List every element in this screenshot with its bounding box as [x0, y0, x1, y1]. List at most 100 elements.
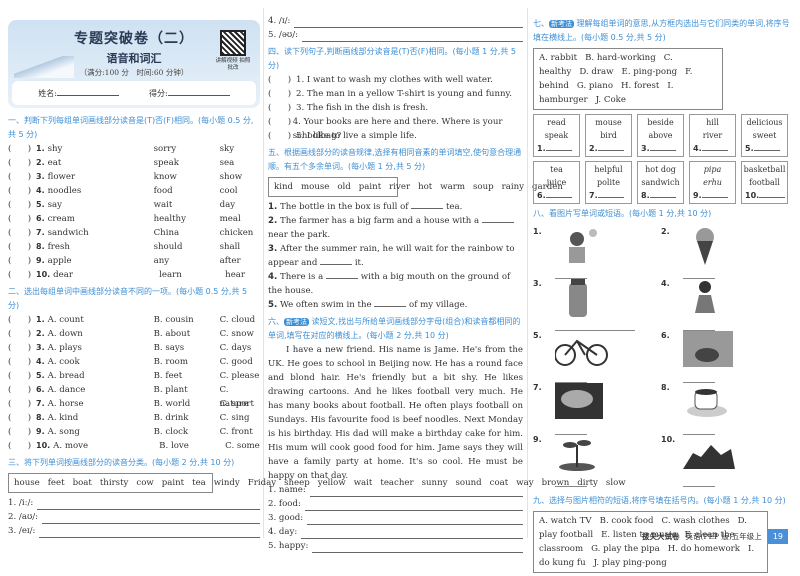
answer-input[interactable] — [545, 145, 572, 151]
answer-bracket[interactable]: ( ) — [8, 142, 36, 156]
answer-input[interactable] — [649, 192, 676, 198]
option-a: A. dance — [47, 385, 86, 395]
answer-label: 2. /aʊ/: — [8, 512, 39, 522]
option-b: wait — [153, 200, 173, 210]
answer-bracket[interactable]: ( ) — [8, 341, 36, 355]
question-row: ( ) 5. I like to live a simple life. — [268, 129, 523, 143]
answer-bracket[interactable]: ( ) — [8, 240, 36, 254]
picture-item: 7. — [533, 383, 653, 435]
question-row: ( ) 7. sandwich China chicken — [8, 226, 260, 240]
answer-bracket[interactable]: ( ) — [8, 411, 36, 425]
answer-input[interactable] — [302, 32, 523, 42]
group-number: 10. — [745, 191, 760, 200]
group-answer: 3. — [638, 142, 683, 155]
answer-bracket[interactable]: ( ) — [8, 369, 36, 383]
reading-passage: I have a new friend. His name is Jame. H… — [268, 345, 523, 481]
question-row: ( ) 2. A. down B. about C. snow — [8, 327, 260, 341]
question-row: ( ) 5. A. bread B. feet C. please — [8, 369, 260, 383]
answer-bracket[interactable]: ( ) — [8, 170, 36, 184]
section-3-title: 三、将下列单词按画线部分的读音分类。(每小题 2 分,共 10 分) — [8, 458, 235, 467]
option-c: C. sport — [219, 399, 254, 409]
picture-item: 5. — [533, 331, 653, 383]
blank-input[interactable] — [481, 215, 514, 223]
answer-input[interactable] — [309, 487, 523, 497]
question-row: ( ) 4. A. cook B. room C. good — [8, 355, 260, 369]
answer-input[interactable] — [759, 192, 786, 198]
word-group-box: delicious sweet 5. — [741, 114, 788, 157]
blank-input[interactable] — [320, 257, 353, 265]
answer-label: 1. name: — [268, 485, 306, 495]
answer-input[interactable] — [701, 192, 728, 198]
answer-input[interactable] — [312, 543, 523, 553]
answer-bracket[interactable]: ( ) — [268, 115, 293, 129]
question-row: ( ) 2. The man in a yellow T-shirt is you… — [268, 87, 523, 101]
question-number: 9. — [36, 256, 45, 265]
answer-bracket[interactable]: ( ) — [8, 212, 36, 226]
fill-sentence: 2. The farmer has a big farm and a house… — [268, 214, 523, 242]
blank-input[interactable] — [326, 271, 359, 279]
answer-bracket[interactable]: ( ) — [268, 129, 296, 143]
blank-input[interactable] — [411, 201, 444, 209]
answer-line: 5. happy: — [268, 539, 523, 553]
answer-input[interactable] — [307, 515, 523, 525]
footer-subject: 英语(PEP 版)五年级上 — [685, 532, 762, 541]
option-a: A. song — [47, 427, 80, 437]
answer-bracket[interactable]: ( ) — [268, 101, 296, 115]
name-field[interactable] — [57, 88, 119, 96]
word-group-box: mouse bird 2. — [585, 114, 632, 157]
word-option: A. rabbit — [539, 53, 578, 63]
answer-input[interactable] — [597, 145, 624, 151]
answer-input[interactable] — [42, 514, 260, 524]
question-number: 1. — [36, 144, 45, 153]
question-row: ( ) 4. noodles food cool — [8, 184, 260, 198]
answer-input[interactable] — [649, 145, 676, 151]
answer-bracket[interactable]: ( ) — [8, 383, 36, 397]
answer-bracket[interactable]: ( ) — [8, 355, 36, 369]
sentence-start: The bottle in the box is full of — [279, 202, 409, 212]
answer-input[interactable] — [304, 501, 523, 511]
option-a: A. plays — [47, 343, 82, 353]
answer-input[interactable] — [294, 18, 523, 28]
section-2-title: 二、选出每组单词中画线部分读音不同的一项。(每小题 0.5 分,共 5 分) — [8, 287, 248, 310]
answer-bracket[interactable]: ( ) — [8, 327, 36, 341]
blank-input[interactable] — [374, 299, 407, 307]
answer-bracket[interactable]: ( ) — [8, 184, 36, 198]
question-row: ( ) 9. apple any after — [8, 254, 260, 268]
section-1-title: 一、判断下列每组单词画线部分读音是(T)否(F)相同。(每小题 0.5 分,共 … — [8, 116, 254, 139]
answer-bracket[interactable]: ( ) — [8, 226, 36, 240]
question-number: 4. — [36, 357, 45, 366]
picture-item: 8. — [661, 383, 781, 435]
answer-label: 5. happy: — [268, 541, 309, 551]
answer-input[interactable] — [701, 145, 728, 151]
answer-bracket[interactable]: ( ) — [268, 73, 296, 87]
score-field[interactable] — [167, 88, 230, 96]
answer-bracket[interactable]: ( ) — [8, 254, 36, 268]
group-number: 2. — [589, 144, 598, 153]
question-row: ( ) 6. A. dance B. plant C. nature — [8, 383, 260, 409]
word-group-box: helpful polite 7. — [585, 161, 632, 204]
answer-input[interactable] — [753, 145, 780, 151]
answer-bracket[interactable]: ( ) — [8, 425, 36, 439]
answer-bracket[interactable]: ( ) — [8, 439, 36, 453]
group-answer: 4. — [690, 142, 735, 155]
answer-input[interactable] — [37, 500, 260, 510]
answer-bracket[interactable]: ( ) — [8, 313, 36, 327]
answer-input[interactable] — [555, 486, 587, 487]
answer-bracket[interactable]: ( ) — [8, 397, 36, 411]
column-2: 4. /ɪ/: 5. /əʊ/: 四、读下列句子,判断画线部分读音是(T)否(F)… — [268, 14, 563, 553]
answer-label: 4. day: — [268, 527, 298, 537]
option-c: sky — [219, 144, 235, 154]
answer-input[interactable] — [301, 529, 523, 539]
answer-input[interactable] — [597, 192, 624, 198]
question-row: ( ) 5. say wait day — [8, 198, 260, 212]
word-option: G. piano — [576, 81, 614, 91]
word-option: warm — [440, 182, 465, 192]
answer-bracket[interactable]: ( ) — [8, 156, 36, 170]
word-option: tea — [192, 478, 206, 488]
answer-input[interactable] — [683, 486, 715, 487]
answer-bracket[interactable]: ( ) — [8, 268, 36, 282]
answer-bracket[interactable]: ( ) — [8, 198, 36, 212]
answer-bracket[interactable]: ( ) — [268, 87, 296, 101]
answer-input[interactable] — [39, 528, 260, 538]
answer-input[interactable] — [545, 192, 572, 198]
